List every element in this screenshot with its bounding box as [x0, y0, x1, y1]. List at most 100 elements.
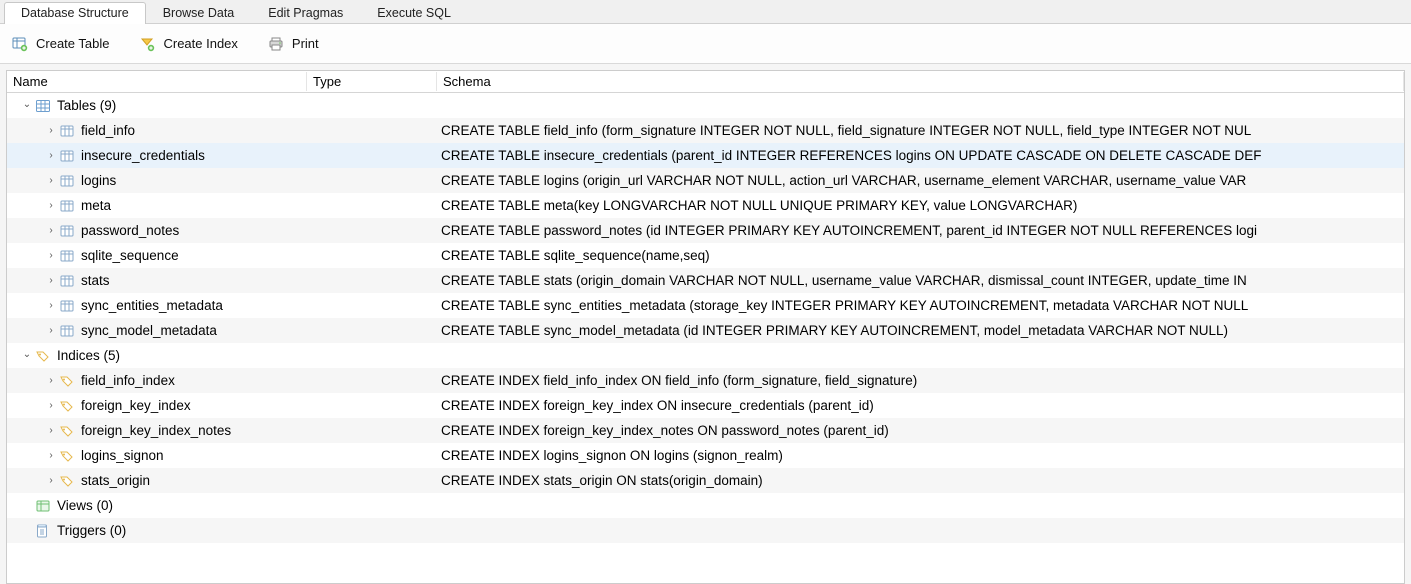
table-name: meta	[81, 198, 111, 213]
table-row[interactable]: › sync_entities_metadata CREATE TABLE syn…	[7, 293, 1404, 318]
structure-tree[interactable]: ⌄ Tables (9) › field_info CREATE TABLE fie…	[7, 93, 1404, 543]
group-tables[interactable]: ⌄ Tables (9)	[7, 93, 1404, 118]
expand-toggle-icon[interactable]: ›	[45, 275, 57, 286]
expand-toggle-icon[interactable]: ›	[45, 400, 57, 411]
header-schema[interactable]: Schema	[437, 72, 1404, 91]
index-row[interactable]: › field_info_index CREATE INDEX field_inf…	[7, 368, 1404, 393]
triggers-group-icon	[35, 523, 51, 539]
table-icon	[59, 123, 75, 139]
group-indices[interactable]: ⌄ Indices (5)	[7, 343, 1404, 368]
table-icon	[59, 298, 75, 314]
create-table-label: Create Table	[36, 36, 109, 51]
print-label: Print	[292, 36, 319, 51]
expand-toggle-icon[interactable]: ›	[45, 250, 57, 261]
table-row[interactable]: › sqlite_sequence CREATE TABLE sqlite_seq…	[7, 243, 1404, 268]
index-name: stats_origin	[81, 473, 150, 488]
schema-cell: CREATE TABLE logins (origin_url VARCHAR …	[437, 173, 1404, 188]
table-name: sqlite_sequence	[81, 248, 179, 263]
table-icon	[59, 273, 75, 289]
tab-browse-data[interactable]: Browse Data	[146, 2, 252, 24]
tab-database-structure[interactable]: Database Structure	[4, 2, 146, 24]
index-row[interactable]: › logins_signon CREATE INDEX logins_signo…	[7, 443, 1404, 468]
index-icon	[59, 473, 75, 489]
create-table-button[interactable]: Create Table	[12, 36, 109, 52]
expand-toggle-icon[interactable]: ›	[45, 475, 57, 486]
print-button[interactable]: Print	[268, 36, 319, 52]
index-icon	[59, 373, 75, 389]
group-label: Indices (5)	[57, 348, 120, 363]
expand-toggle-icon[interactable]: ›	[45, 300, 57, 311]
table-row[interactable]: › sync_model_metadataCREATE TABLE sync_m…	[7, 318, 1404, 343]
structure-panel: Name Type Schema ⌄ Tables (9)› field_inf…	[6, 70, 1405, 584]
expand-toggle-icon[interactable]: ›	[45, 325, 57, 336]
table-row[interactable]: › field_info CREATE TABLE field_info (for…	[7, 118, 1404, 143]
header-name[interactable]: Name	[7, 72, 307, 91]
index-icon	[59, 423, 75, 439]
expand-toggle-icon[interactable]: ›	[45, 425, 57, 436]
table-name: sync_entities_metadata	[81, 298, 223, 313]
index-name: foreign_key_index_notes	[81, 423, 231, 438]
table-row[interactable]: › meta CREATE TABLE meta(key LONGVARCHAR …	[7, 193, 1404, 218]
table-row[interactable]: › password_notes CREATE TABLE password_no…	[7, 218, 1404, 243]
create-index-label: Create Index	[163, 36, 237, 51]
table-name: password_notes	[81, 223, 179, 238]
expand-toggle-icon[interactable]: ›	[45, 150, 57, 161]
schema-cell: CREATE TABLE stats (origin_domain VARCHA…	[437, 273, 1404, 288]
schema-cell: CREATE TABLE field_info (form_signature …	[437, 123, 1404, 138]
schema-cell: CREATE INDEX foreign_key_index ON insecu…	[437, 398, 1404, 413]
tab-execute-sql[interactable]: Execute SQL	[360, 2, 468, 24]
index-add-icon	[139, 36, 155, 52]
table-row[interactable]: › statsCREATE TABLE stats (origin_domain…	[7, 268, 1404, 293]
schema-cell: CREATE TABLE sync_model_metadata (id INT…	[437, 323, 1404, 338]
indices-group-icon	[35, 348, 51, 364]
group-label: Triggers (0)	[57, 523, 126, 538]
schema-cell: CREATE INDEX stats_origin ON stats(origi…	[437, 473, 1404, 488]
table-add-icon	[12, 36, 28, 52]
schema-cell: CREATE TABLE password_notes (id INTEGER …	[437, 223, 1404, 238]
table-icon	[59, 173, 75, 189]
tab-edit-pragmas[interactable]: Edit Pragmas	[251, 2, 360, 24]
schema-cell: CREATE TABLE sync_entities_metadata (sto…	[437, 298, 1404, 313]
expand-toggle-icon[interactable]: ›	[45, 375, 57, 386]
table-icon	[59, 248, 75, 264]
schema-cell: CREATE INDEX field_info_index ON field_i…	[437, 373, 1404, 388]
table-icon	[59, 223, 75, 239]
table-icon	[59, 148, 75, 164]
index-row[interactable]: › stats_origin CREATE INDEX stats_origin …	[7, 468, 1404, 493]
table-name: insecure_credentials	[81, 148, 205, 163]
index-name: field_info_index	[81, 373, 175, 388]
tables-group-icon	[35, 98, 51, 114]
index-icon	[59, 398, 75, 414]
table-name: field_info	[81, 123, 135, 138]
views-group-icon	[35, 498, 51, 514]
toolbar: Create Table Create Index Print	[0, 24, 1411, 64]
expand-toggle-icon[interactable]: ›	[45, 225, 57, 236]
table-row[interactable]: › loginsCREATE TABLE logins (origin_url …	[7, 168, 1404, 193]
group-label: Tables (9)	[57, 98, 116, 113]
group-triggers[interactable]: Triggers (0)	[7, 518, 1404, 543]
printer-icon	[268, 36, 284, 52]
group-label: Views (0)	[57, 498, 113, 513]
index-row[interactable]: › foreign_key_index_notes CREATE INDEX fo…	[7, 418, 1404, 443]
expand-toggle-icon[interactable]: ›	[45, 175, 57, 186]
index-name: logins_signon	[81, 448, 164, 463]
table-icon	[59, 323, 75, 339]
schema-cell: CREATE INDEX logins_signon ON logins (si…	[437, 448, 1404, 463]
index-icon	[59, 448, 75, 464]
header-type[interactable]: Type	[307, 72, 437, 91]
expand-toggle-icon[interactable]: ›	[45, 125, 57, 136]
index-row[interactable]: › foreign_key_index CREATE INDEX foreign_…	[7, 393, 1404, 418]
create-index-button[interactable]: Create Index	[139, 36, 237, 52]
table-row[interactable]: › insecure_credentialsCREATE TABLE insec…	[7, 143, 1404, 168]
column-headers: Name Type Schema	[7, 71, 1404, 93]
expand-toggle-icon[interactable]: ›	[45, 450, 57, 461]
schema-cell: CREATE INDEX foreign_key_index_notes ON …	[437, 423, 1404, 438]
group-views[interactable]: Views (0)	[7, 493, 1404, 518]
expand-toggle-icon[interactable]: ⌄	[21, 349, 33, 360]
schema-cell: CREATE TABLE meta(key LONGVARCHAR NOT NU…	[437, 198, 1404, 213]
expand-toggle-icon[interactable]: ⌄	[21, 99, 33, 110]
expand-toggle-icon[interactable]: ›	[45, 200, 57, 211]
tab-strip: Database Structure Browse Data Edit Prag…	[0, 0, 1411, 24]
index-name: foreign_key_index	[81, 398, 191, 413]
schema-cell: CREATE TABLE sqlite_sequence(name,seq)	[437, 248, 1404, 263]
